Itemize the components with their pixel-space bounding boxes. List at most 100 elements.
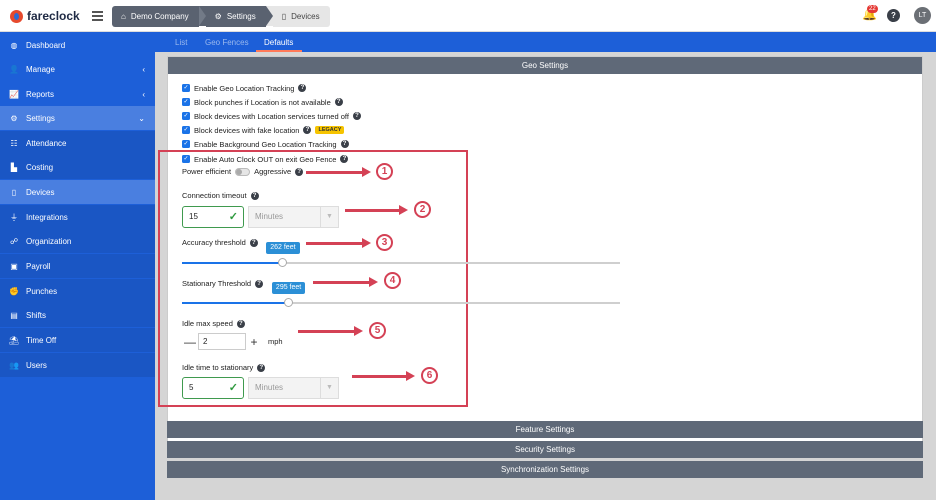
feature-settings-header[interactable]: Feature Settings xyxy=(167,421,923,438)
sidebar-item-devices[interactable]: ▯ Devices xyxy=(0,180,155,204)
checkbox[interactable]: ✓ xyxy=(182,84,190,92)
dashboard-icon: ◍ xyxy=(10,40,18,50)
power-mode-toggle[interactable] xyxy=(235,167,251,176)
avatar[interactable]: LT xyxy=(914,7,931,24)
breadcrumb-separator xyxy=(265,6,273,26)
home-icon: ⌂ xyxy=(121,12,126,21)
sidebar-item-time-off[interactable]: ⛱ Time Off xyxy=(0,328,155,352)
block-fake-location-row: ✓ Block devices with fake location ? LEG… xyxy=(182,124,345,136)
sidebar-item-punches[interactable]: ✊ Punches xyxy=(0,279,155,303)
sidebar-item-integrations[interactable]: ⏚ Integrations xyxy=(0,205,155,229)
tab-defaults[interactable]: Defaults xyxy=(264,38,293,47)
annotation-arrow xyxy=(306,171,362,174)
stationary-threshold-label: Stationary Threshold ? xyxy=(182,279,264,288)
checkbox[interactable]: ✓ xyxy=(182,126,190,134)
idle-speed-stepper: — 2 + mph xyxy=(182,333,283,350)
stationary-slider-fill xyxy=(182,302,289,304)
accuracy-threshold-slider[interactable] xyxy=(182,262,620,264)
help-icon[interactable]: ? xyxy=(236,319,245,328)
help-icon[interactable]: ? xyxy=(887,9,900,22)
sidebar-item-payroll[interactable]: ▣ Payroll xyxy=(0,254,155,278)
sidebar-item-settings[interactable]: ⚙ Settings ⌄ xyxy=(0,106,155,130)
breadcrumb-item-settings[interactable]: ⚙ Settings xyxy=(205,6,266,27)
connection-timeout-unit-select[interactable]: Minutes ▼ xyxy=(248,206,339,228)
sidebar-item-costing[interactable]: ▙ Costing xyxy=(0,155,155,179)
annotation-arrow xyxy=(306,242,362,245)
annotation-number: 5 xyxy=(369,322,386,339)
chart-icon: 📈 xyxy=(9,89,19,99)
fareclock-logo-icon xyxy=(10,9,23,23)
help-icon[interactable]: ? xyxy=(249,238,258,247)
payroll-icon: ▣ xyxy=(10,261,18,271)
idle-time-input[interactable]: 5 ✓ xyxy=(182,377,244,399)
help-icon[interactable]: ? xyxy=(250,191,259,200)
check-icon: ✓ xyxy=(228,382,238,394)
annotation-number: 4 xyxy=(384,272,401,289)
app-logo[interactable]: fareclock xyxy=(10,9,80,23)
breadcrumb-item-company[interactable]: ⌂ Demo Company xyxy=(112,6,199,27)
stationary-slider-handle[interactable] xyxy=(283,298,293,307)
accuracy-threshold-label: Accuracy threshold ? xyxy=(182,238,258,247)
stationary-slider-tooltip: 295 feet xyxy=(271,282,306,294)
sidebar-item-dashboard[interactable]: ◍ Dashboard xyxy=(0,33,155,57)
annotation-arrowhead xyxy=(362,167,371,177)
geo-settings-header[interactable]: Geo Settings xyxy=(168,57,922,74)
sidebar-item-shifts[interactable]: ▤ Shifts xyxy=(0,303,155,327)
phone-icon: ▯ xyxy=(281,12,287,21)
sidebar-item-attendance[interactable]: ☷ Attendance xyxy=(0,131,155,155)
idle-speed-input[interactable]: 2 xyxy=(198,333,246,350)
sidebar-item-organization[interactable]: ☍ Organization xyxy=(0,229,155,253)
timeoff-icon: ⛱ xyxy=(8,335,20,345)
accuracy-slider-fill xyxy=(182,262,283,264)
chevron-left-icon: ‹ xyxy=(142,89,145,99)
breadcrumb: ⌂ Demo Company ⚙ Settings ▯ Devices xyxy=(112,6,330,27)
block-location-off-row: ✓ Block devices with Location services t… xyxy=(182,110,361,122)
notifications-icon[interactable]: 🔔 22 xyxy=(862,5,878,23)
accuracy-slider-tooltip: 262 feet xyxy=(266,242,300,254)
decrement-button[interactable]: — xyxy=(182,335,198,349)
help-icon[interactable]: ? xyxy=(352,112,361,120)
help-icon[interactable]: ? xyxy=(298,84,307,92)
gear-icon: ⚙ xyxy=(214,12,222,21)
annotation-arrowhead xyxy=(369,277,378,287)
stationary-threshold-slider[interactable] xyxy=(182,302,620,304)
checkbox[interactable]: ✓ xyxy=(182,140,190,148)
punches-icon: ✊ xyxy=(9,286,19,296)
idle-time-unit-select[interactable]: Minutes ▼ xyxy=(248,377,339,399)
help-icon[interactable]: ? xyxy=(340,140,349,148)
checkbox[interactable]: ✓ xyxy=(182,112,190,120)
help-icon[interactable]: ? xyxy=(303,126,312,134)
tab-list[interactable]: List xyxy=(175,38,187,47)
increment-button[interactable]: + xyxy=(246,335,262,349)
help-icon[interactable]: ? xyxy=(295,167,304,176)
annotation-number: 2 xyxy=(414,201,431,218)
help-icon[interactable]: ? xyxy=(334,98,343,106)
security-settings-header[interactable]: Security Settings xyxy=(167,441,923,458)
attendance-icon: ☷ xyxy=(10,138,18,148)
annotation-arrowhead xyxy=(406,371,415,381)
legacy-badge: LEGACY xyxy=(315,126,345,134)
annotation-arrowhead xyxy=(399,205,408,215)
sidebar-item-manage[interactable]: 👤 Manage ‹ xyxy=(0,57,155,81)
menu-icon[interactable] xyxy=(92,11,103,21)
sidebar-item-users[interactable]: 👥 Users xyxy=(0,353,155,377)
synchronization-settings-header[interactable]: Synchronization Settings xyxy=(167,461,923,478)
connection-timeout-input[interactable]: 15 ✓ xyxy=(182,206,244,228)
users-icon: 👥 xyxy=(9,360,19,370)
help-icon[interactable]: ? xyxy=(257,363,266,372)
sidebar-item-reports[interactable]: 📈 Reports ‹ xyxy=(0,82,155,106)
active-tab-indicator xyxy=(256,50,302,52)
costing-icon: ▙ xyxy=(10,162,18,172)
annotation-arrowhead xyxy=(354,326,363,336)
checkbox[interactable]: ✓ xyxy=(182,98,190,106)
plug-icon: ⏚ xyxy=(10,212,18,222)
annotation-arrow xyxy=(345,209,399,212)
idle-max-speed-label: Idle max speed ? xyxy=(182,319,245,328)
annotation-arrow xyxy=(352,375,406,378)
breadcrumb-item-devices[interactable]: ▯ Devices xyxy=(272,6,330,27)
help-icon[interactable]: ? xyxy=(255,279,264,288)
chevron-down-icon: ▼ xyxy=(320,378,338,398)
annotation-arrowhead xyxy=(362,238,371,248)
sidebar: ◍ Dashboard 👤 Manage ‹ 📈 Reports ‹ ⚙ Settings ⌄… xyxy=(0,32,155,500)
tab-geo-fences[interactable]: Geo Fences xyxy=(205,38,249,47)
